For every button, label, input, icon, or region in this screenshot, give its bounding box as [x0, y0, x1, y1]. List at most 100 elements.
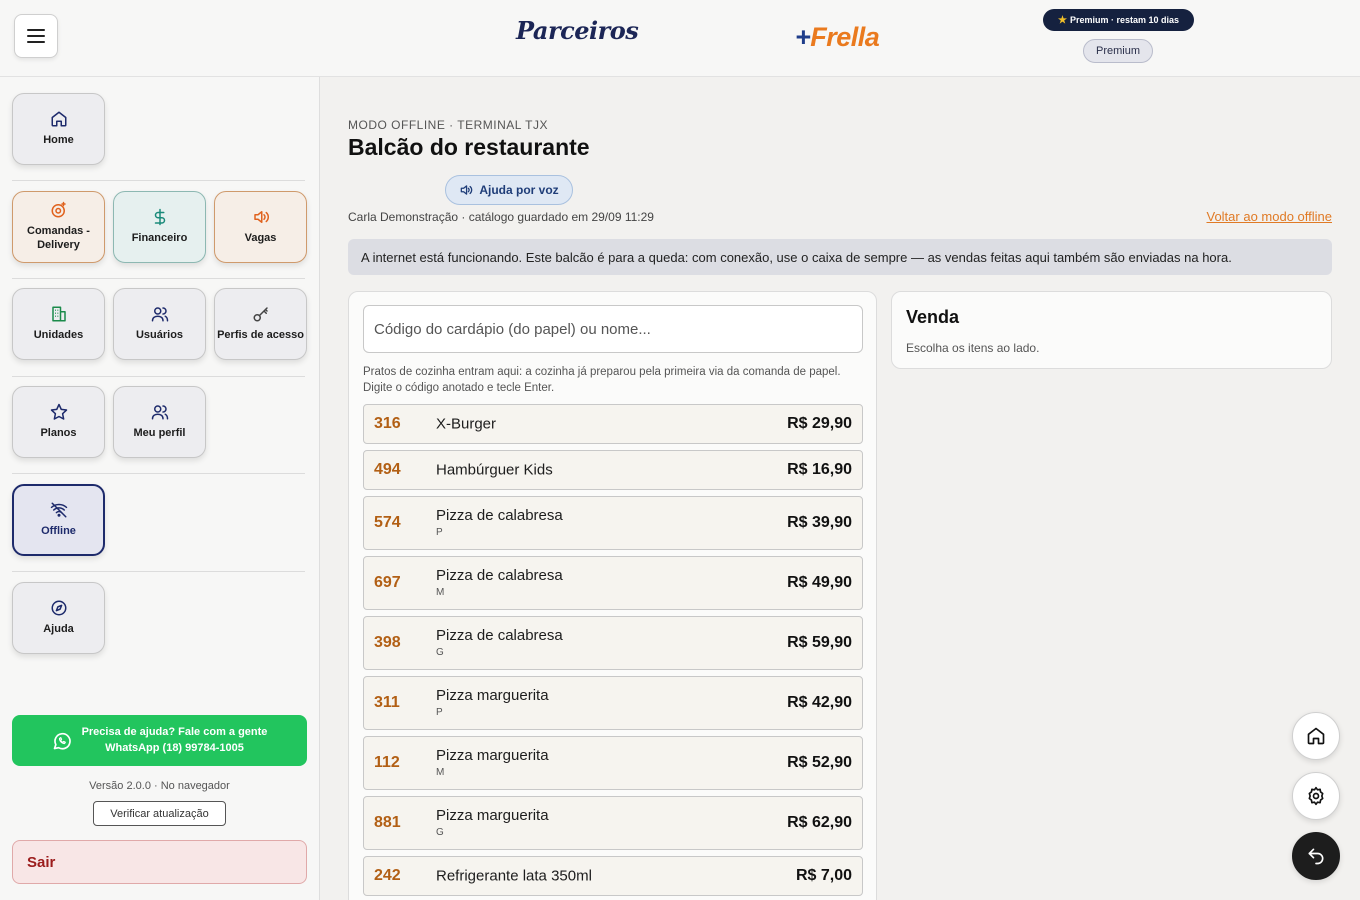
catalog-item[interactable]: 574 Pizza de calabresa P R$ 39,90 [363, 496, 863, 550]
dollar-icon [154, 208, 165, 226]
sidebar-item-perfis[interactable]: Perfis de acesso [214, 288, 307, 360]
sale-title: Venda [906, 307, 960, 327]
top-header: Parceiros +Frella ★ Premium · restam 10 d… [0, 0, 1360, 77]
sidebar-item-label: Meu perfil [133, 427, 186, 440]
catalog-item[interactable]: 881 Pizza marguerita G R$ 62,90 [363, 796, 863, 850]
sidebar-item-ajuda[interactable]: Ajuda [12, 582, 105, 654]
premium-status-text: Premium · restam 10 dias [1069, 15, 1180, 25]
catalog-item-name: Pizza marguerita [436, 687, 549, 704]
star-icon: ★ [1057, 14, 1067, 26]
sidebar-item-vagas[interactable]: Vagas [214, 191, 307, 263]
menu-button[interactable] [14, 14, 58, 58]
back-to-offline-link[interactable]: Voltar ao modo offline [1206, 209, 1332, 224]
sidebar-item-comandas[interactable]: Comandas - Delivery [12, 191, 105, 263]
sidebar-divider [12, 278, 305, 279]
page-eyebrow: MODO OFFLINE · TERMINAL TJX [348, 118, 548, 132]
frella-logo-plus: + [795, 22, 811, 52]
catalog-item-price: R$ 7,00 [795, 867, 852, 884]
sidebar: Home Comandas - Delivery Financeiro Vaga… [0, 77, 320, 900]
catalog-item-name: Pizza de calabresa [436, 507, 563, 524]
catalog-search-input[interactable] [363, 305, 863, 353]
sidebar-item-label: Financeiro [131, 232, 188, 245]
version-text: Versão 2.0.0 · No navegador [89, 780, 230, 792]
home-icon [51, 111, 66, 127]
premium-status-badge: ★ Premium · restam 10 dias [1043, 9, 1194, 31]
wifi-off-icon [50, 502, 67, 518]
catalog-item-price: R$ 39,90 [787, 514, 852, 531]
whatsapp-help-line1: Precisa de ajuda? Fale com a gente [81, 726, 268, 739]
sidebar-item-offline[interactable]: Offline [12, 484, 105, 556]
floating-back-button[interactable] [1292, 832, 1340, 880]
sidebar-item-label: Usuários [135, 329, 184, 342]
catalog-item[interactable]: 398 Pizza de calabresa G R$ 59,90 [363, 616, 863, 670]
voice-help-button[interactable]: Ajuda por voz [445, 175, 573, 205]
sidebar-item-label: Offline [41, 525, 76, 538]
catalog-item[interactable]: 697 Pizza de calabresa M R$ 49,90 [363, 556, 863, 610]
catalog-item-code: 242 [374, 867, 401, 884]
catalog-item-price: R$ 49,90 [787, 574, 852, 591]
sidebar-item-label: Unidades [33, 329, 84, 342]
catalog-item-name: X-Burger [436, 415, 497, 433]
speaker-icon [253, 211, 269, 224]
catalog-card: Pratos de cozinha entram aqui: a cozinha… [348, 291, 877, 900]
floating-settings-button[interactable] [1292, 772, 1340, 820]
whatsapp-help-line2: WhatsApp (18) 99784-1005 [105, 741, 244, 754]
catalog-item-size: M [436, 587, 445, 598]
catalog-item-code: 311 [374, 694, 400, 711]
sidebar-item-label: Vagas [244, 232, 277, 245]
catalog-item-price: R$ 42,90 [787, 694, 852, 711]
sale-subtitle: Escolha os itens ao lado. [906, 341, 1040, 355]
catalog-item-name: Pizza marguerita [436, 747, 549, 764]
sidebar-divider [12, 376, 305, 377]
catalog-help-text: Pratos de cozinha entram aqui: a cozinha… [363, 366, 841, 395]
catalog-item[interactable]: 112 Pizza marguerita M R$ 52,90 [363, 736, 863, 790]
sidebar-item-planos[interactable]: Planos [12, 386, 105, 458]
catalog-item-size: G [436, 647, 444, 658]
catalog-item-code: 316 [374, 415, 401, 432]
catalog-item[interactable]: 494 Hambúrguer Kids R$ 16,90 [363, 450, 863, 490]
catalog-item-size: G [436, 827, 444, 838]
gear-icon [1308, 786, 1324, 806]
frella-logo: +Frella [795, 22, 880, 53]
sidebar-item-label: Planos [40, 427, 77, 440]
sidebar-divider [12, 473, 305, 474]
building-icon [51, 306, 66, 322]
catalog-item-price: R$ 16,90 [787, 461, 852, 478]
whatsapp-help-button[interactable]: Precisa de ajuda? Fale com a gente Whats… [12, 715, 307, 766]
catalog-item-size: P [436, 707, 443, 718]
catalog-item[interactable]: 316 X-Burger R$ 29,90 [363, 404, 863, 444]
sidebar-item-usuarios[interactable]: Usuários [113, 288, 206, 360]
parceiros-logo: Parceiros [516, 16, 639, 45]
catalog-item-code: 112 [374, 754, 400, 771]
catalog-item-price: R$ 29,90 [787, 415, 852, 432]
voice-help-label: Ajuda por voz [479, 183, 559, 197]
sidebar-item-label: Home [43, 134, 74, 147]
sidebar-item-home[interactable]: Home [12, 93, 105, 165]
logout-button[interactable]: Sair [12, 840, 307, 884]
catalog-item-code: 398 [374, 634, 401, 651]
premium-plan-pill[interactable]: Premium [1083, 39, 1153, 63]
floating-home-button[interactable] [1292, 712, 1340, 760]
speaker-icon [461, 185, 473, 195]
sidebar-item-unidades[interactable]: Unidades [12, 288, 105, 360]
users-icon [151, 405, 168, 420]
catalog-item[interactable]: 242 Refrigerante lata 350ml R$ 7,00 [363, 856, 863, 896]
catalog-item-name: Pizza de calabresa [436, 567, 563, 584]
catalog-item[interactable]: 311 Pizza marguerita P R$ 42,90 [363, 676, 863, 730]
frella-logo-name: Frella [810, 22, 880, 52]
sidebar-item-meu-perfil[interactable]: Meu perfil [113, 386, 206, 458]
sidebar-item-financeiro[interactable]: Financeiro [113, 191, 206, 263]
connection-notice: A internet está funcionando. Este balcão… [348, 239, 1332, 275]
catalog-item-price: R$ 59,90 [787, 634, 852, 651]
check-update-button[interactable]: Verificar atualização [93, 801, 226, 826]
star-icon [50, 403, 67, 420]
sidebar-item-label: Comandas - Delivery [27, 225, 90, 251]
page-title: Balcão do restaurante [348, 134, 590, 160]
users-icon [151, 307, 168, 322]
catalog-item-code: 494 [374, 461, 401, 478]
catalog-item-price: R$ 52,90 [787, 754, 852, 771]
catalog-item-price: R$ 62,90 [787, 814, 852, 831]
catalog-item-name: Pizza de calabresa [436, 627, 563, 644]
home-icon [1307, 727, 1325, 745]
catalog-item-code: 574 [374, 514, 401, 531]
